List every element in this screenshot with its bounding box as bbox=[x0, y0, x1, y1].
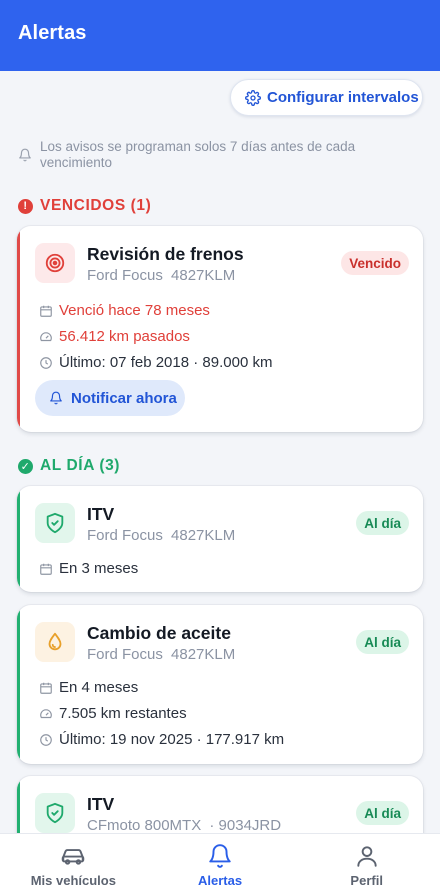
calendar-icon bbox=[40, 305, 52, 317]
bell-icon bbox=[50, 391, 62, 405]
card-title: Cambio de aceite bbox=[87, 623, 231, 643]
card-title: Revisión de frenos bbox=[87, 244, 244, 264]
vehicle-name: Ford Focus bbox=[87, 527, 163, 544]
nav-item-profile[interactable]: Perfil bbox=[293, 834, 440, 896]
due-text: En 4 meses bbox=[59, 679, 139, 696]
nav-item-alerts[interactable]: Alertas bbox=[147, 834, 294, 896]
gauge-icon bbox=[40, 708, 52, 718]
km-text: 56.412 km pasados bbox=[59, 328, 190, 345]
last-text: Último: 07 feb 2018 · 89.000 km bbox=[59, 354, 273, 371]
section-overdue-header: ! VENCIDOS (1) bbox=[18, 197, 151, 215]
vehicle-plate: 4827KLM bbox=[171, 646, 236, 663]
card-icon-box bbox=[35, 622, 75, 662]
nav-label: Mis vehículos bbox=[30, 872, 116, 888]
due-text: En 3 meses bbox=[59, 560, 139, 577]
section-ok-header: ✓ AL DÍA (3) bbox=[18, 457, 120, 475]
card-icon-box bbox=[35, 503, 75, 543]
alert-card-itv-focus[interactable]: ITV Ford Focus 4827KLM Al día En 3 meses bbox=[17, 486, 423, 592]
schedule-notice: Los avisos se programan solos 7 días ant… bbox=[18, 139, 418, 171]
configure-intervals-button[interactable]: Configurar intervalos bbox=[230, 79, 423, 116]
due-row: En 3 meses bbox=[39, 560, 138, 577]
status-badge: Al día bbox=[356, 511, 409, 535]
status-badge: Al día bbox=[356, 630, 409, 654]
shield-check-icon bbox=[46, 802, 64, 824]
card-vehicle: Ford Focus 4827KLM bbox=[87, 646, 235, 663]
clock-icon bbox=[40, 356, 52, 369]
configure-intervals-label: Configurar intervalos bbox=[267, 89, 419, 106]
app-header: Alertas bbox=[0, 0, 440, 71]
oil-drop-icon bbox=[48, 632, 62, 651]
vehicle-plate: 4827KLM bbox=[171, 267, 236, 284]
target-icon bbox=[45, 253, 65, 273]
due-text: Venció hace 78 meses bbox=[59, 302, 210, 319]
card-icon-box bbox=[35, 793, 75, 833]
due-row: En 4 meses bbox=[39, 679, 138, 696]
km-row: 7.505 km restantes bbox=[39, 705, 187, 722]
user-icon bbox=[357, 845, 377, 867]
status-badge: Al día bbox=[356, 801, 409, 825]
alert-card-brakes[interactable]: Revisión de frenos Ford Focus 4827KLM Ve… bbox=[17, 226, 423, 432]
section-ok-label: AL DÍA (3) bbox=[40, 457, 121, 474]
alert-icon: ! bbox=[18, 198, 33, 214]
vehicle-plate: · 9034JRD bbox=[209, 817, 282, 834]
km-row: 56.412 km pasados bbox=[39, 328, 190, 345]
alert-card-oil-change[interactable]: Cambio de aceite Ford Focus 4827KLM Al d… bbox=[17, 605, 423, 764]
section-overdue-label: VENCIDOS (1) bbox=[40, 197, 152, 214]
card-icon-box bbox=[35, 243, 75, 283]
bell-icon bbox=[209, 843, 231, 868]
schedule-notice-text: Los avisos se programan solos 7 días ant… bbox=[40, 139, 356, 170]
clock-icon bbox=[40, 733, 52, 746]
gear-icon bbox=[245, 89, 261, 106]
status-badge: Vencido bbox=[341, 251, 409, 275]
shield-check-icon bbox=[46, 512, 64, 534]
vehicle-name: CFmoto 800MTX bbox=[87, 817, 202, 834]
vehicle-name: Ford Focus bbox=[87, 267, 163, 284]
card-title: ITV bbox=[87, 504, 115, 524]
calendar-icon bbox=[40, 563, 52, 575]
nav-label: Alertas bbox=[197, 872, 243, 888]
nav-item-vehicles[interactable]: Mis vehículos bbox=[0, 834, 147, 896]
notify-now-button[interactable]: Notificar ahora bbox=[35, 380, 185, 416]
due-row: Venció hace 78 meses bbox=[39, 302, 210, 319]
gauge-icon bbox=[40, 331, 52, 341]
card-vehicle: CFmoto 800MTX · 9034JRD bbox=[87, 817, 281, 834]
notify-now-label: Notificar ahora bbox=[71, 389, 177, 407]
last-row: Último: 07 feb 2018 · 89.000 km bbox=[39, 354, 272, 371]
bell-icon bbox=[19, 148, 31, 162]
car-icon bbox=[62, 848, 85, 865]
nav-label: Perfil bbox=[350, 872, 383, 888]
last-row: Último: 19 nov 2025 · 177.917 km bbox=[39, 731, 284, 748]
km-text: 7.505 km restantes bbox=[59, 705, 187, 722]
last-text: Último: 19 nov 2025 · 177.917 km bbox=[59, 731, 285, 748]
vehicle-plate: 4827KLM bbox=[171, 527, 236, 544]
calendar-icon bbox=[40, 682, 52, 694]
check-circle-icon: ✓ bbox=[18, 458, 33, 474]
vehicle-name: Ford Focus bbox=[87, 646, 163, 663]
card-vehicle: Ford Focus 4827KLM bbox=[87, 267, 235, 284]
card-title: ITV bbox=[87, 794, 115, 814]
page-title: Alertas bbox=[18, 22, 87, 44]
card-vehicle: Ford Focus 4827KLM bbox=[87, 527, 235, 544]
bottom-nav: Mis vehículos Alertas Perfil bbox=[0, 833, 440, 896]
